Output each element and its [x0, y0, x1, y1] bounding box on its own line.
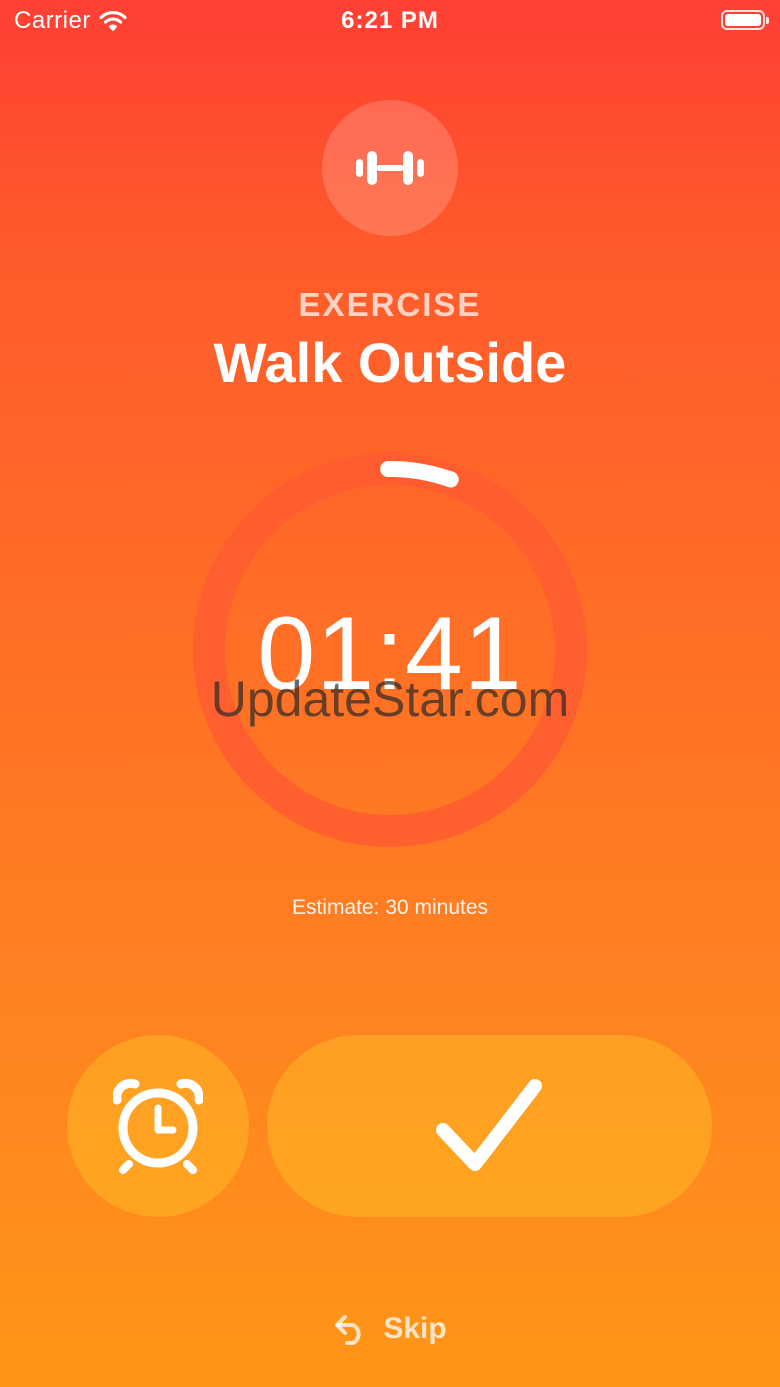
skip-button[interactable]: Skip	[0, 1312, 780, 1346]
battery-icon	[721, 10, 769, 30]
estimate-label: Estimate: 30 minutes	[291, 896, 489, 919]
task-title: Walk Outside	[213, 331, 567, 394]
checkmark-icon	[435, 1079, 542, 1171]
snooze-button[interactable]	[67, 1035, 249, 1217]
dumbbell-icon	[356, 151, 424, 185]
category-badge	[322, 100, 458, 236]
alarm-clock-icon	[113, 1078, 203, 1174]
skip-label: Skip	[383, 1312, 447, 1345]
undo-arrow-icon	[335, 1315, 361, 1345]
status-time: 6:21 PM	[341, 7, 439, 34]
complete-button[interactable]	[267, 1035, 712, 1217]
watermark: UpdateStar.com	[210, 671, 570, 727]
status-bar: Carrier 6:21 PM	[0, 0, 780, 44]
task-category: EXERCISE	[298, 286, 482, 323]
